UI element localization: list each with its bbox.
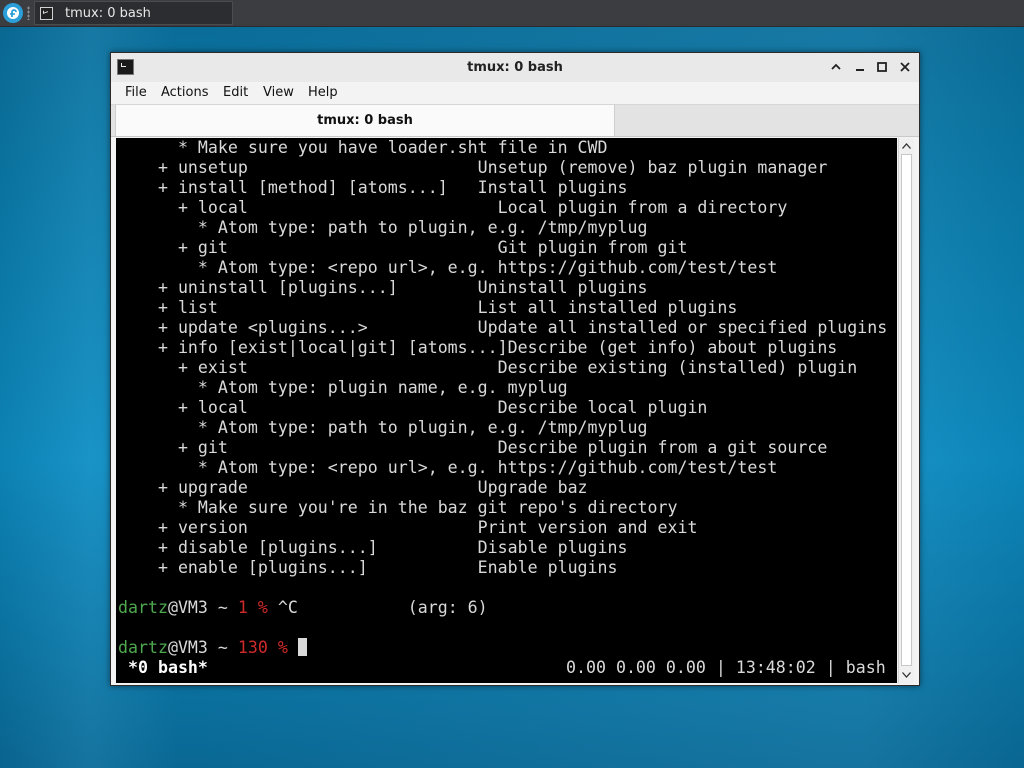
menubar: File Actions Edit View Help — [111, 82, 919, 104]
tmux-status-window: *0 bash* — [118, 658, 208, 677]
menu-view[interactable]: View — [263, 82, 294, 104]
terminal-output[interactable]: * Make sure you have loader.sht file in … — [116, 138, 897, 683]
terminal-line: * Atom type: plugin name, e.g. myplug — [118, 378, 568, 397]
prompt-line-2: dartz@VM3 ~ 130 % — [118, 638, 307, 658]
restore-icon[interactable] — [875, 60, 889, 74]
terminal-line: + disable [plugins...] Disable plugins — [118, 538, 628, 557]
terminal-line: * Atom type: path to plugin, e.g. /tmp/m… — [118, 218, 648, 237]
minimize-icon[interactable] — [829, 60, 843, 74]
terminal-line: + info [exist|local|git] [atoms...]Descr… — [118, 338, 838, 357]
terminal-line: + git Describe plugin from a git source — [118, 438, 828, 457]
terminal-line: + upgrade Upgrade baz — [118, 478, 588, 497]
scrollbar-thumb[interactable] — [901, 154, 912, 666]
terminal-line: + enable [plugins...] Enable plugins — [118, 558, 618, 577]
taskbar-window-label: tmux: 0 bash — [65, 5, 151, 21]
prompt-user: dartz — [118, 598, 168, 617]
menu-actions[interactable]: Actions — [161, 82, 209, 104]
minimize-button-icon[interactable] — [853, 60, 867, 74]
menu-edit[interactable]: Edit — [223, 82, 248, 104]
prompt-line-1: dartz@VM3 ~ 1 % ^C (arg: 6) — [118, 598, 488, 618]
prompt-input: ^C (arg: 6) — [277, 598, 488, 617]
menu-help[interactable]: Help — [308, 82, 338, 104]
taskbar-window-button[interactable]: tmux: 0 bash — [34, 1, 233, 25]
terminal-line: + update <plugins...> Update all install… — [118, 318, 888, 337]
terminal-line: * Make sure you're in the baz git repo's… — [118, 498, 678, 517]
terminal-line: * Atom type: <repo url>, e.g. https://gi… — [118, 458, 778, 477]
terminal-icon — [40, 6, 53, 20]
terminal-line: * Atom type: <repo url>, e.g. https://gi… — [118, 258, 778, 277]
prompt-status: 1 % — [237, 598, 278, 617]
text-cursor — [297, 638, 307, 656]
terminal-line: + unsetup Unsetup (remove) baz plugin ma… — [118, 158, 828, 177]
fedora-logo-icon[interactable] — [3, 3, 23, 23]
tab-bar: tmux: 0 bash — [111, 104, 919, 137]
terminal-line: + local Describe local plugin — [118, 398, 708, 417]
close-icon[interactable] — [898, 60, 912, 74]
terminal-scrollbar[interactable] — [898, 138, 914, 683]
prompt-host: @VM3 ~ — [167, 598, 238, 617]
terminal-line: + list List all installed plugins — [118, 298, 738, 317]
terminal-line: * Make sure you have loader.sht file in … — [118, 138, 608, 157]
terminal-line: * Atom type: path to plugin, e.g. /tmp/m… — [118, 418, 648, 437]
taskbar-handle-icon[interactable] — [27, 6, 30, 20]
prompt-status: 130 % — [237, 638, 298, 657]
tmux-status-right: 0.00 0.00 0.00 | 13:48:02 | bash — [566, 658, 886, 677]
scroll-up-icon[interactable] — [899, 139, 914, 153]
terminal-line: + exist Describe existing (installed) pl… — [118, 358, 858, 377]
terminal-line: + version Print version and exit — [118, 518, 698, 537]
terminal-line: + uninstall [plugins...] Uninstall plugi… — [118, 278, 648, 297]
window-titlebar[interactable]: tmux: 0 bash — [111, 53, 919, 83]
terminal-window: tmux: 0 bash File Actions Edit View Help… — [110, 52, 920, 686]
prompt-user: dartz — [118, 638, 168, 657]
terminal-line: + local Local plugin from a directory — [118, 198, 788, 217]
tab-tmux-bash[interactable]: tmux: 0 bash — [115, 105, 615, 136]
terminal-line: + install [method] [atoms...] Install pl… — [118, 178, 628, 197]
window-title: tmux: 0 bash — [467, 60, 563, 75]
taskbar: tmux: 0 bash — [0, 0, 1024, 27]
menu-file[interactable]: File — [125, 82, 147, 104]
terminal-line: + git Git plugin from git — [118, 238, 688, 257]
prompt-host: @VM3 ~ — [167, 638, 238, 657]
scroll-down-icon[interactable] — [899, 668, 914, 682]
